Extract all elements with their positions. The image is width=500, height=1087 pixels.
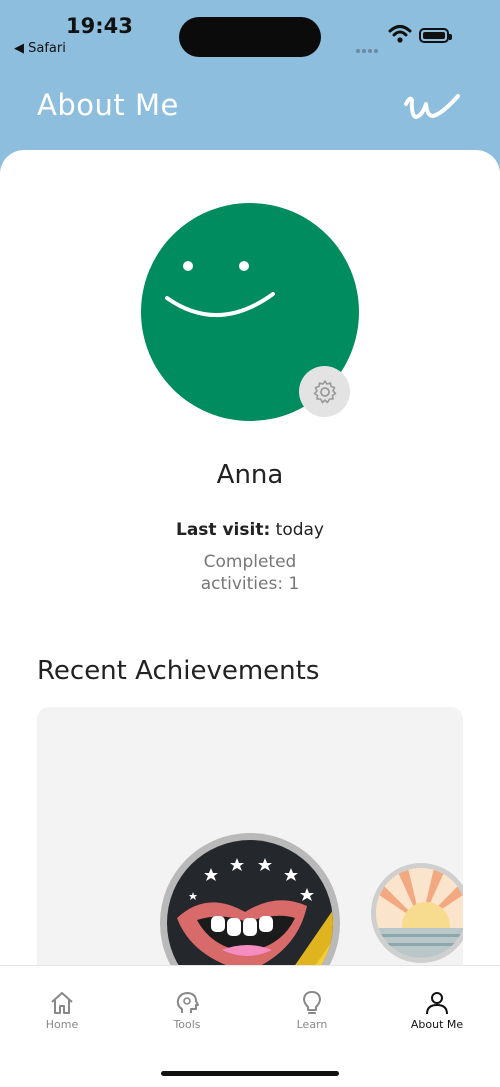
last-visit: Last visit: today (0, 520, 500, 540)
home-icon (51, 992, 73, 1014)
wifi-icon (388, 24, 412, 48)
achievement-badge-sunrise[interactable] (371, 863, 463, 963)
recent-achievements-title: Recent Achievements (37, 656, 320, 686)
status-time: 19:43 (66, 14, 133, 38)
completed-activities: Completed activities: 1 (175, 551, 325, 595)
person-icon (426, 992, 448, 1015)
gear-icon (313, 379, 336, 403)
tab-home-label: Home (45, 1018, 79, 1031)
status-bar: 19:43 ◀ Safari (0, 0, 500, 80)
completed-line-1: Completed (203, 552, 297, 572)
tab-tools-label: Tools (173, 1018, 201, 1031)
last-visit-value: today (275, 520, 324, 540)
page-title: About Me (37, 88, 179, 122)
home-indicator[interactable] (161, 1071, 339, 1076)
achievements-carousel[interactable] (37, 707, 463, 1007)
tab-learn-label: Learn (296, 1018, 328, 1031)
tab-home[interactable]: Home (12, 990, 112, 1031)
sunrise-badge-icon (376, 868, 463, 958)
avatar-settings-button[interactable] (299, 366, 350, 417)
tab-about-me[interactable]: About Me (387, 990, 487, 1031)
dynamic-island (179, 17, 321, 57)
tab-about-me-label: About Me (410, 1018, 464, 1031)
completed-line-2: activities: 1 (200, 574, 300, 594)
battery-icon (419, 28, 452, 43)
user-name: Anna (216, 460, 284, 490)
lightbulb-icon (303, 991, 321, 1014)
w-logo-icon (402, 90, 462, 126)
tab-learn[interactable]: Learn (262, 990, 362, 1031)
bottom-tab-bar: Home Tools Learn About Me (0, 965, 500, 1087)
tab-tools[interactable]: Tools (137, 990, 237, 1031)
cellular-signal-icon (356, 38, 380, 57)
last-visit-label: Last visit: (176, 520, 271, 540)
head-gear-icon (176, 992, 199, 1013)
back-to-safari-link[interactable]: ◀ Safari (14, 41, 66, 56)
